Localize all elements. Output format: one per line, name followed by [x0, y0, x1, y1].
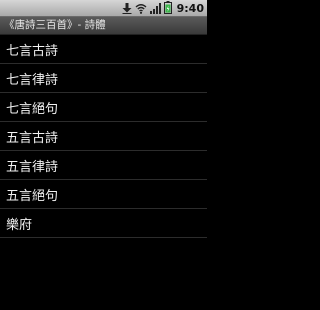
list-item-label: 樂府	[6, 217, 33, 233]
list-item-label: 七言古詩	[6, 43, 59, 59]
list-item[interactable]: 七言律詩	[0, 64, 207, 93]
list-item-label: 七言絕句	[6, 101, 59, 117]
list-item[interactable]: 樂府	[0, 209, 207, 238]
list-item-label: 五言絕句	[6, 188, 59, 204]
title-bar: 《唐詩三百首》- 詩體	[0, 17, 207, 35]
list-item-label: 五言古詩	[6, 130, 59, 146]
signal-icon	[149, 0, 161, 18]
status-icons: 9:40	[122, 1, 204, 16]
category-list: 七言古詩 七言律詩 七言絕句 五言古詩 五言律詩 五言絕句 樂府	[0, 35, 207, 238]
list-item-label: 七言律詩	[6, 72, 59, 88]
list-item[interactable]: 五言古詩	[0, 122, 207, 151]
list-item[interactable]: 五言律詩	[0, 151, 207, 180]
wifi-icon	[135, 0, 147, 18]
list-item-label: 五言律詩	[6, 159, 59, 175]
list-item[interactable]: 七言古詩	[0, 35, 207, 64]
screen: 9:40 《唐詩三百首》- 詩體 七言古詩 七言律詩 七言絕句 五言古詩 五言律…	[0, 0, 207, 310]
list-item[interactable]: 五言絕句	[0, 180, 207, 209]
status-clock: 9:40	[176, 2, 204, 15]
download-icon	[122, 0, 132, 18]
battery-icon	[163, 0, 172, 18]
app-title: 《唐詩三百首》- 詩體	[4, 19, 106, 31]
status-bar: 9:40	[0, 0, 207, 17]
list-item[interactable]: 七言絕句	[0, 93, 207, 122]
